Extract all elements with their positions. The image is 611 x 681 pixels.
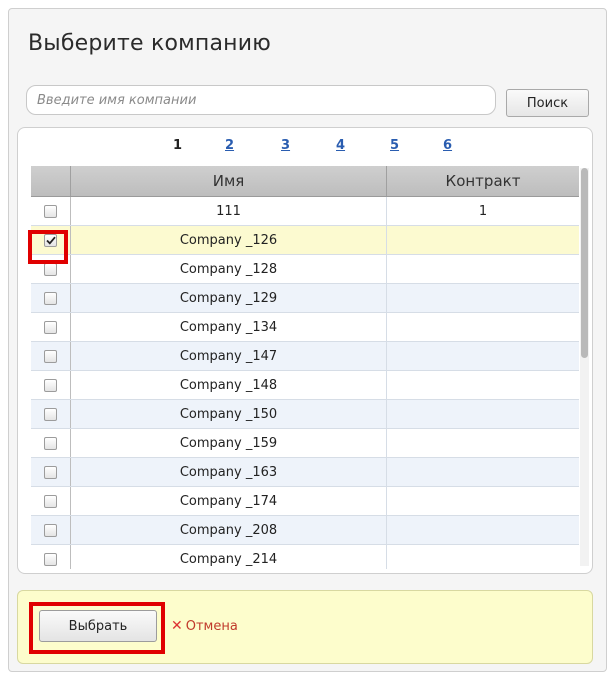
row-checkbox[interactable] xyxy=(44,407,57,421)
row-checkbox-cell xyxy=(31,255,71,283)
row-checkbox-cell xyxy=(31,284,71,312)
row-checkbox[interactable] xyxy=(44,262,57,276)
contract-cell xyxy=(387,371,579,399)
company-grid-panel: 1 2 3 4 5 6 Имя Контракт 111 1 Company _12… xyxy=(17,127,593,574)
grid-header: Имя Контракт xyxy=(31,166,579,197)
company-name-cell: Company _129 xyxy=(71,284,387,312)
table-row[interactable]: Company _159 xyxy=(31,429,579,458)
company-name-cell: Company _150 xyxy=(71,400,387,428)
contract-cell xyxy=(387,255,579,283)
row-checkbox-cell xyxy=(31,371,71,399)
table-row[interactable]: Company _174 xyxy=(31,487,579,516)
company-name-cell: Company _148 xyxy=(71,371,387,399)
page-6[interactable]: 6 xyxy=(443,138,452,153)
table-row[interactable]: Company _150 xyxy=(31,400,579,429)
contract-cell xyxy=(387,487,579,515)
company-name-cell: Company _159 xyxy=(71,429,387,457)
row-checkbox[interactable] xyxy=(44,233,57,247)
search-button[interactable]: Поиск xyxy=(506,89,589,117)
contract-cell xyxy=(387,400,579,428)
row-checkbox-cell xyxy=(31,226,71,254)
grid-scrollbar[interactable] xyxy=(580,168,589,566)
contract-cell xyxy=(387,545,579,569)
row-checkbox-cell xyxy=(31,487,71,515)
table-row[interactable]: Company _129 xyxy=(31,284,579,313)
checkmark-icon xyxy=(45,236,56,245)
company-name-cell: Company _163 xyxy=(71,458,387,486)
company-search-input[interactable] xyxy=(26,85,496,115)
contract-cell xyxy=(387,342,579,370)
table-row[interactable]: Company _148 xyxy=(31,371,579,400)
contract-cell xyxy=(387,226,579,254)
row-checkbox-cell xyxy=(31,458,71,486)
row-checkbox[interactable] xyxy=(44,465,57,479)
row-checkbox[interactable] xyxy=(44,349,57,363)
company-name-cell: Company _134 xyxy=(71,313,387,341)
pager: 1 2 3 4 5 6 xyxy=(18,138,592,158)
page-4[interactable]: 4 xyxy=(336,138,345,153)
contract-cell xyxy=(387,516,579,544)
company-name-cell: Company _214 xyxy=(71,545,387,569)
row-checkbox-cell xyxy=(31,342,71,370)
company-name-cell: 111 xyxy=(71,197,387,225)
dialog-footer: Выбрать ✕ Отмена xyxy=(17,590,593,664)
row-checkbox-cell xyxy=(31,545,71,569)
page-3[interactable]: 3 xyxy=(281,138,290,153)
table-row[interactable]: Company _147 xyxy=(31,342,579,371)
contract-cell xyxy=(387,458,579,486)
company-name-cell: Company _208 xyxy=(71,516,387,544)
row-checkbox[interactable] xyxy=(44,204,57,218)
contract-cell xyxy=(387,429,579,457)
table-row[interactable]: 111 1 xyxy=(31,197,579,226)
page-5[interactable]: 5 xyxy=(390,138,399,153)
header-contract[interactable]: Контракт xyxy=(387,166,579,196)
row-checkbox-cell xyxy=(31,197,71,225)
scrollbar-thumb[interactable] xyxy=(581,168,588,358)
contract-cell: 1 xyxy=(478,203,488,219)
table-row[interactable]: Company _134 xyxy=(31,313,579,342)
cancel-label: Отмена xyxy=(185,618,238,634)
company-name-cell: Company _147 xyxy=(71,342,387,370)
cancel-link[interactable]: ✕ Отмена xyxy=(171,618,238,634)
table-row[interactable]: Company _126 xyxy=(31,226,579,255)
row-checkbox[interactable] xyxy=(44,436,57,450)
contract-cell xyxy=(387,284,579,312)
row-checkbox[interactable] xyxy=(44,552,57,566)
select-button[interactable]: Выбрать xyxy=(39,610,157,642)
table-row[interactable]: Company _128 xyxy=(31,255,579,284)
contract-cell xyxy=(387,313,579,341)
close-icon: ✕ xyxy=(171,618,183,634)
row-checkbox[interactable] xyxy=(44,320,57,334)
row-checkbox[interactable] xyxy=(44,523,57,537)
row-checkbox-cell xyxy=(31,429,71,457)
header-check-column xyxy=(31,166,71,196)
table-row[interactable]: Company _208 xyxy=(31,516,579,545)
row-checkbox[interactable] xyxy=(44,378,57,392)
company-name-cell: Company _174 xyxy=(71,487,387,515)
table-row[interactable]: Company _214 xyxy=(31,545,579,569)
table-row[interactable]: Company _163 xyxy=(31,458,579,487)
header-name[interactable]: Имя xyxy=(71,166,387,196)
row-checkbox-cell xyxy=(31,313,71,341)
row-checkbox-cell xyxy=(31,516,71,544)
row-checkbox[interactable] xyxy=(44,291,57,305)
row-checkbox[interactable] xyxy=(44,494,57,508)
page-1[interactable]: 1 xyxy=(173,138,182,153)
company-name-cell: Company _126 xyxy=(71,226,387,254)
page-2[interactable]: 2 xyxy=(225,138,234,153)
dialog-title: Выберите компанию xyxy=(28,31,271,56)
company-name-cell: Company _128 xyxy=(71,255,387,283)
row-checkbox-cell xyxy=(31,400,71,428)
grid-body: 111 1 Company _126 Company _128 Company _129… xyxy=(31,197,579,569)
